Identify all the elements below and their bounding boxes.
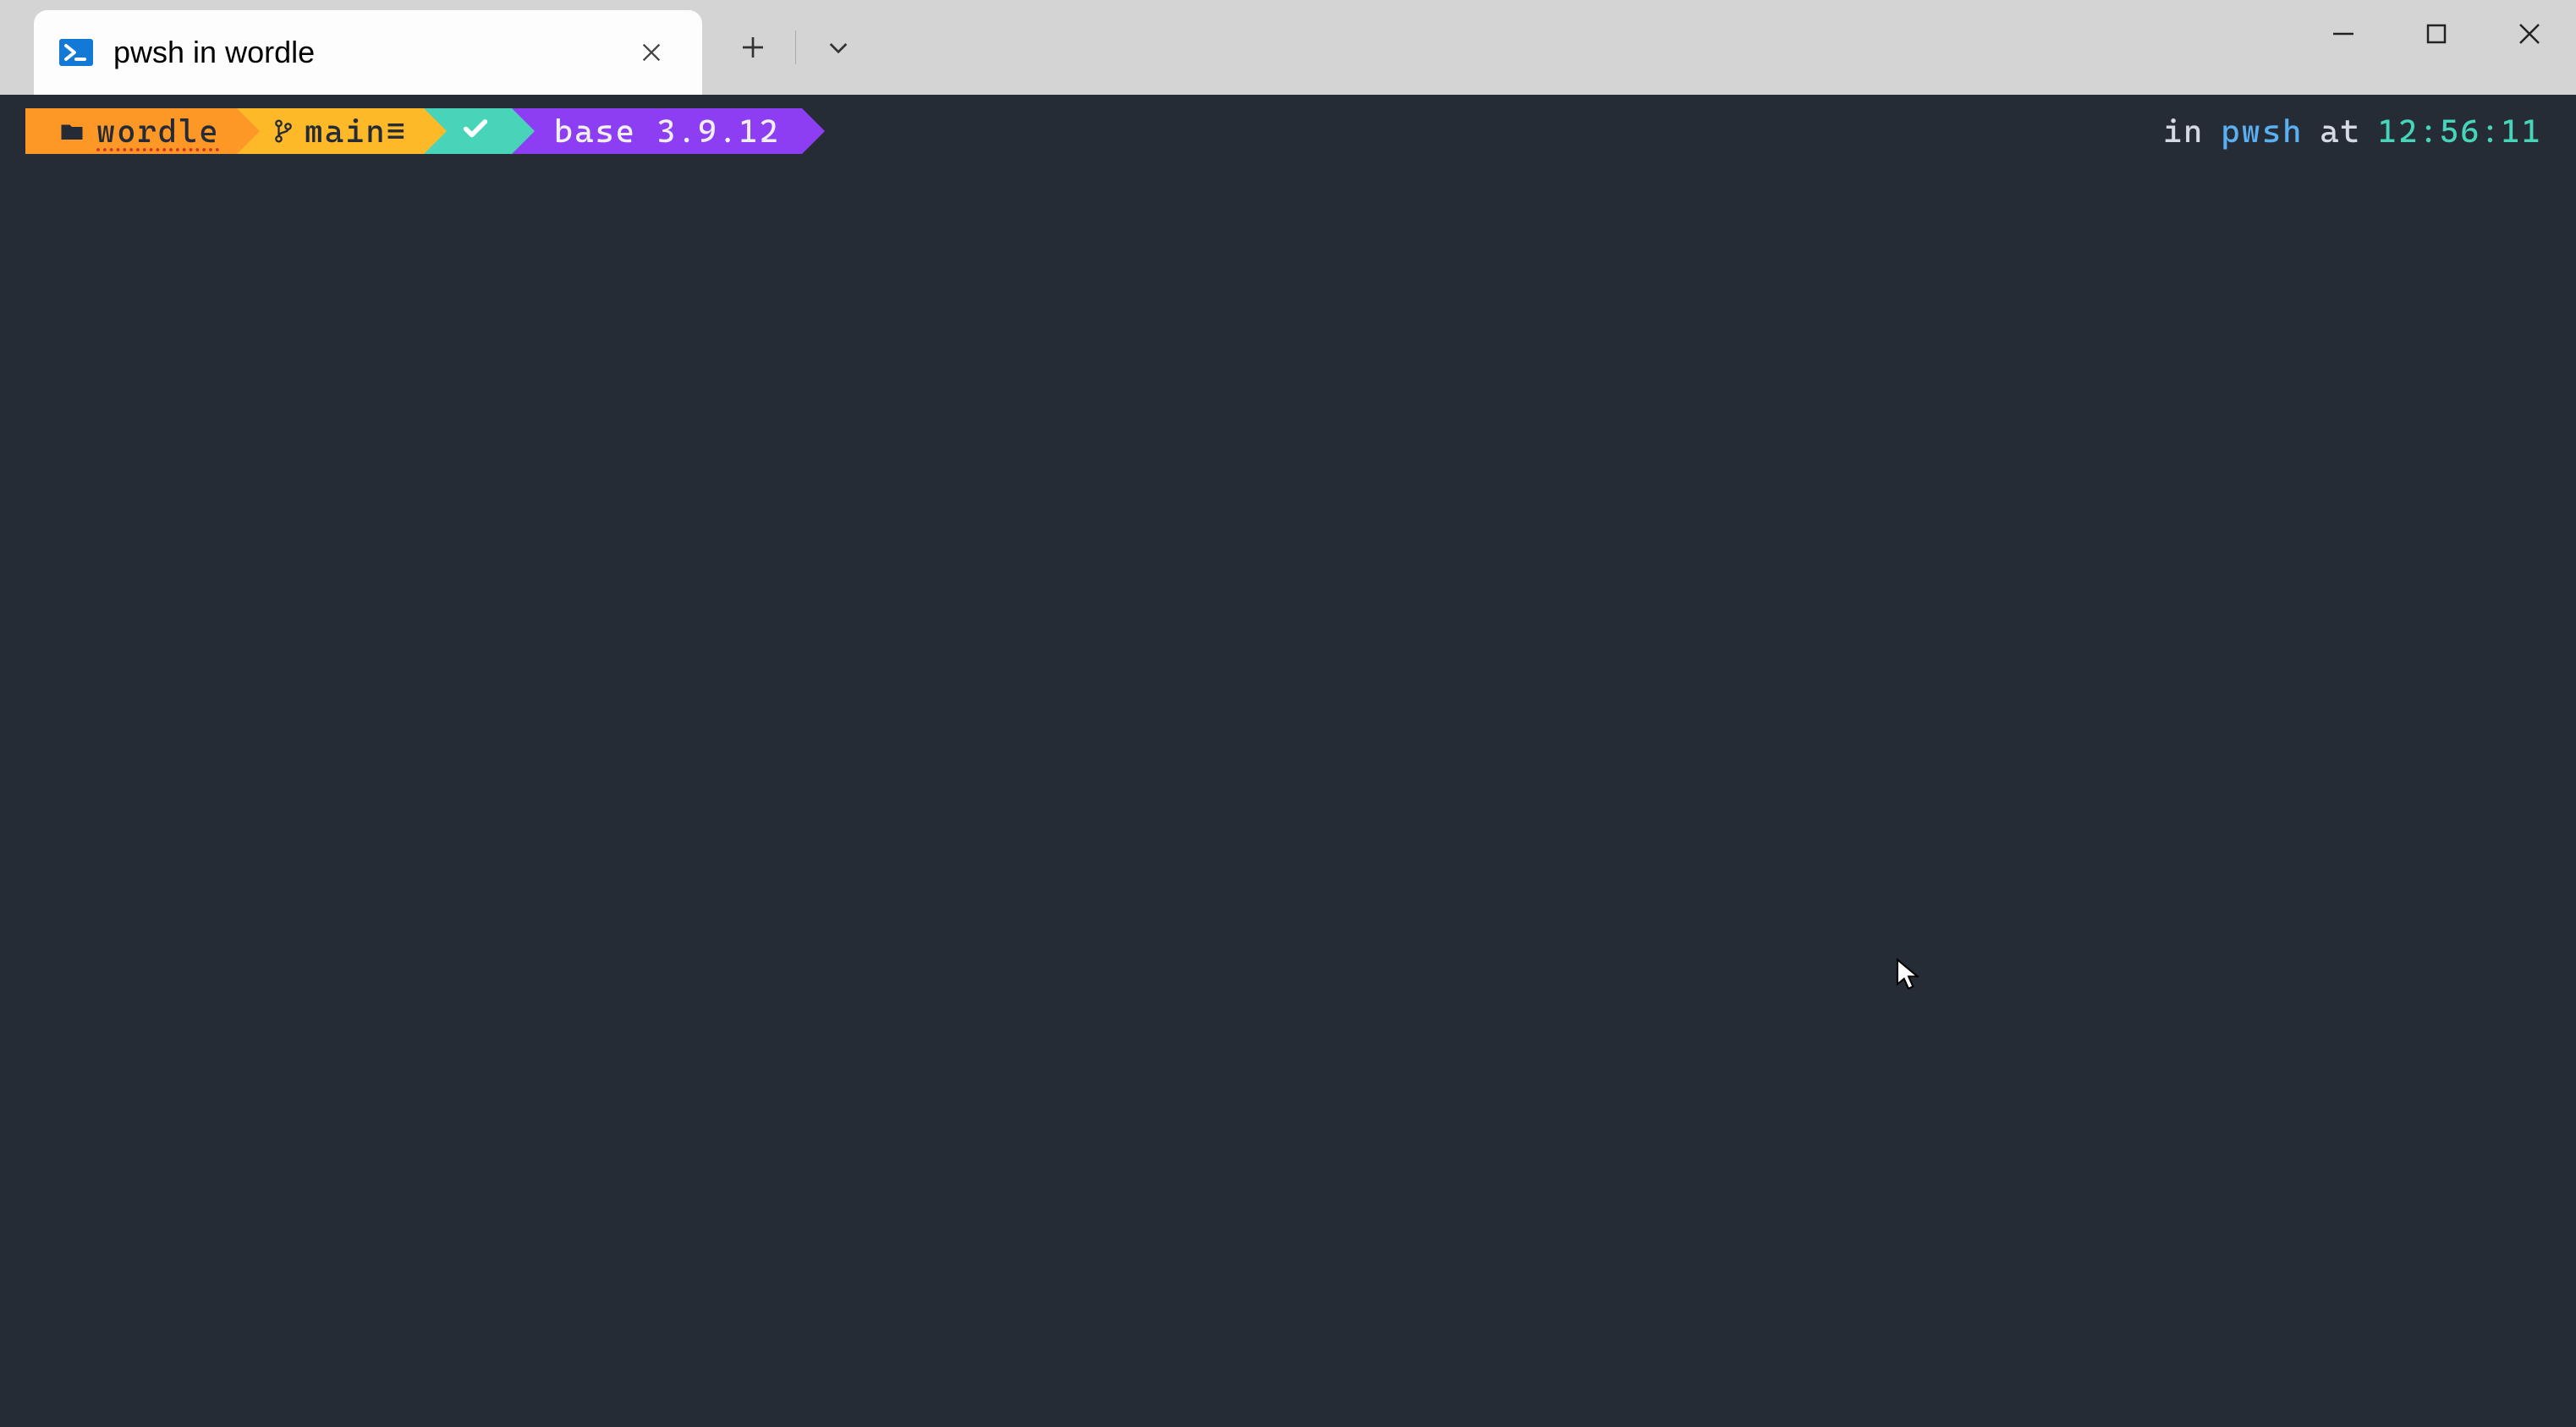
right-shell-label: pwsh	[2221, 113, 2303, 150]
check-icon	[461, 113, 490, 150]
mouse-cursor-icon	[1895, 958, 1922, 1001]
new-tab-button[interactable]	[728, 22, 778, 73]
minimize-button[interactable]	[2297, 0, 2390, 68]
terminal-tab[interactable]: pwsh in wordle	[34, 10, 702, 95]
terminal-area[interactable]: wordle main≡ base 3.9.12	[0, 95, 2576, 1427]
prompt-segment-env: base 3.9.12	[512, 108, 802, 154]
right-at-label: at	[2320, 113, 2361, 150]
title-bar: pwsh in wordle	[0, 0, 2576, 95]
tab-title: pwsh in wordle	[113, 35, 626, 70]
close-window-button[interactable]	[2483, 0, 2576, 68]
right-time-label: 12:56:11	[2378, 113, 2542, 150]
close-tab-button[interactable]	[626, 27, 677, 78]
tab-dropdown-button[interactable]	[813, 22, 864, 73]
window-controls	[2297, 0, 2576, 68]
prompt-segment-git: main≡	[237, 108, 424, 154]
powershell-icon	[59, 36, 93, 69]
git-branch-label: main≡	[305, 113, 407, 150]
tab-divider	[795, 30, 796, 64]
maximize-button[interactable]	[2390, 0, 2483, 68]
prompt-segment-cwd: wordle	[25, 108, 237, 154]
folder-icon	[59, 118, 85, 144]
right-in-label: in	[2163, 113, 2205, 150]
tab-controls	[702, 0, 864, 95]
prompt-right-info: in pwsh at 12:56:11	[2163, 108, 2542, 154]
env-label: base 3.9.12	[554, 113, 780, 150]
cwd-label: wordle	[96, 113, 220, 150]
git-branch-icon	[274, 118, 293, 144]
